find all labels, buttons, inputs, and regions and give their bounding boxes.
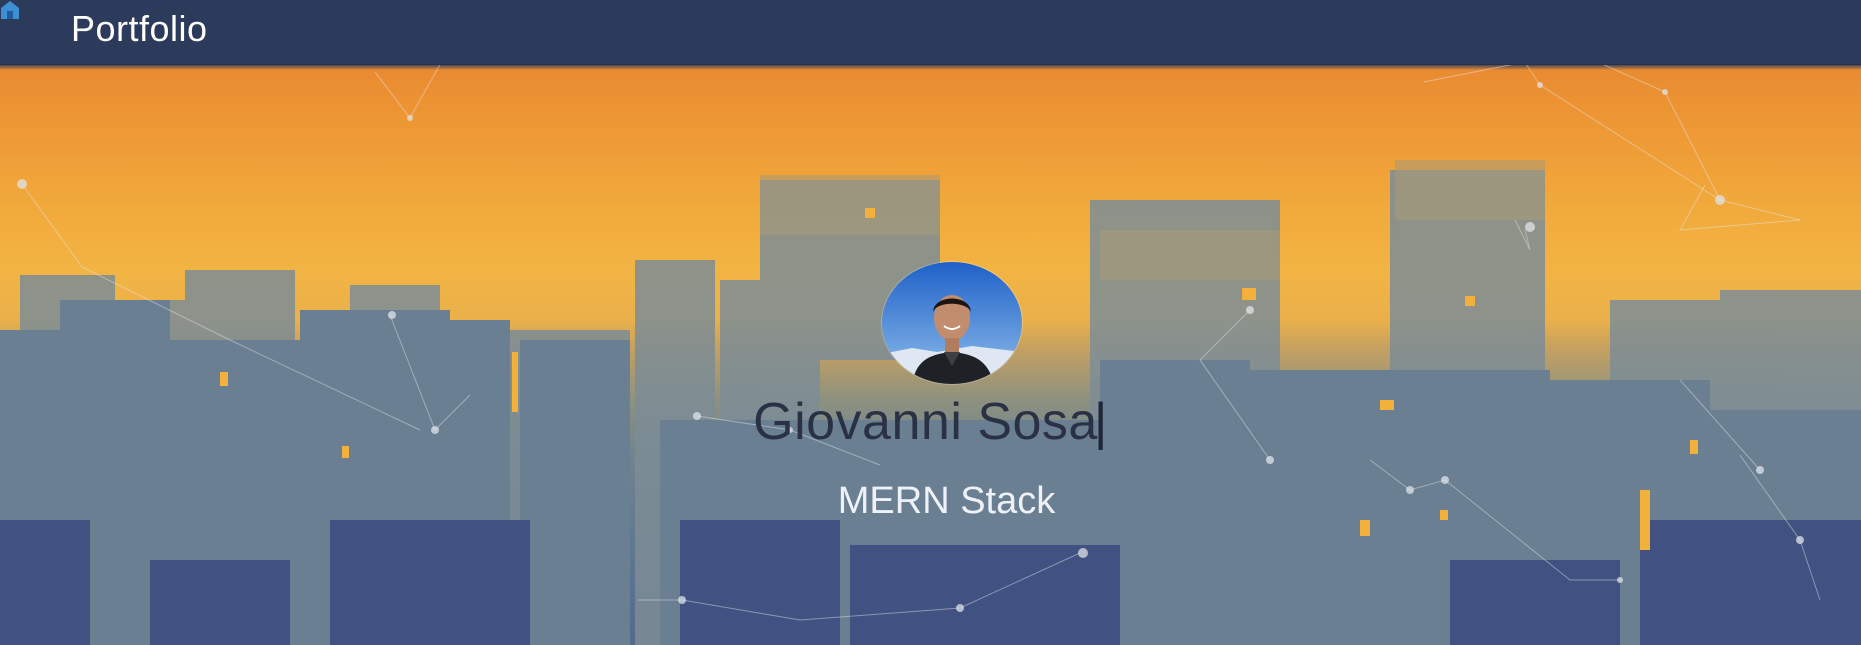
- hero-name: Giovanni Sosa|: [0, 392, 1861, 452]
- typing-caret: |: [1093, 393, 1108, 451]
- hero-section: Portfolio Giovanni Sosa| MERN Stack: [0, 0, 1861, 645]
- brand-link[interactable]: Portfolio: [71, 8, 208, 50]
- top-navbar: Portfolio: [0, 0, 1861, 65]
- home-icon[interactable]: [0, 0, 20, 20]
- hero-name-text: Giovanni Sosa: [753, 393, 1098, 451]
- hero-subtitle: MERN Stack: [837, 480, 1056, 522]
- avatar: [882, 262, 1022, 384]
